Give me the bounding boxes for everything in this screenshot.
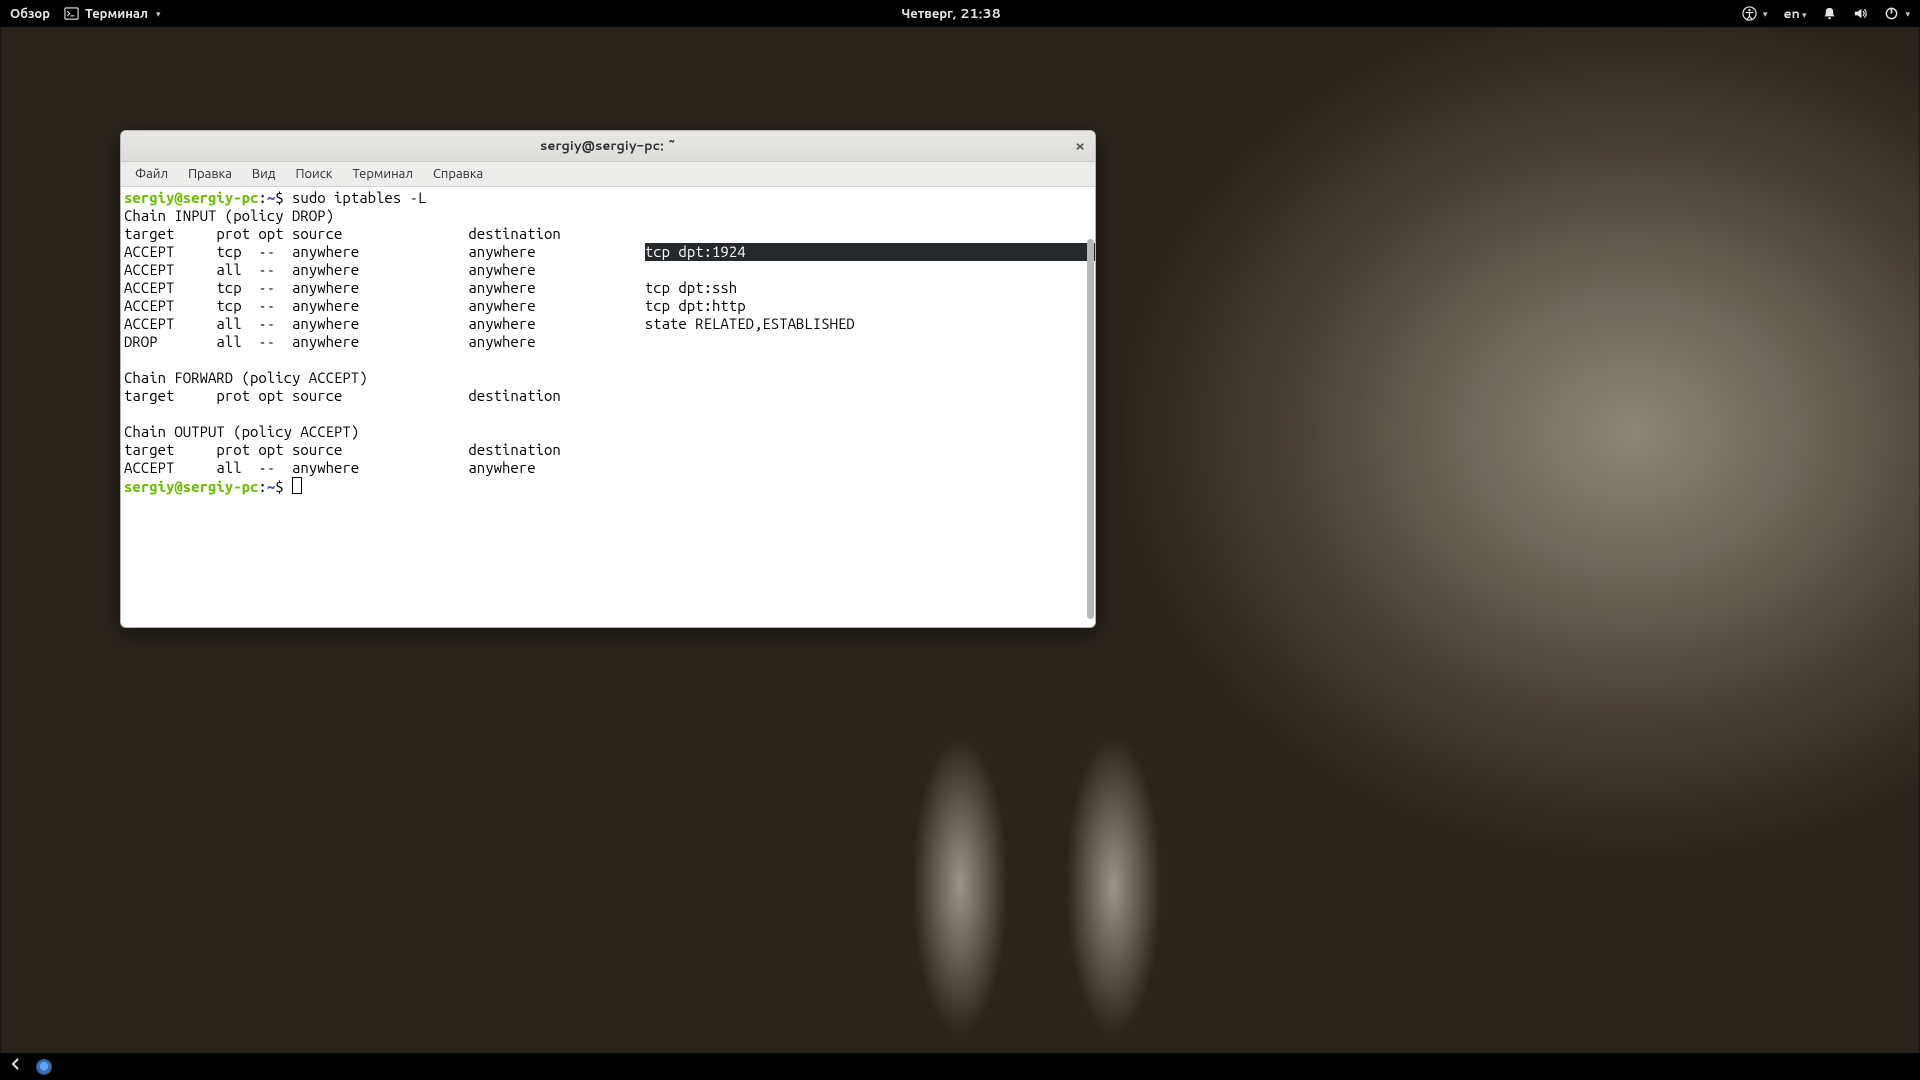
line-chain-forward: Chain FORWARD (policy ACCEPT) [124, 369, 368, 386]
line-rule-2: ACCEPT all -- anywhere anywhere [124, 261, 536, 278]
line-chain-output: Chain OUTPUT (policy ACCEPT) [124, 423, 359, 440]
window-title: sergiy@sergiy-pc: ~ [540, 137, 676, 155]
line-chain-input: Chain INPUT (policy DROP) [124, 207, 334, 224]
menu-terminal[interactable]: Терминал [344, 163, 420, 185]
clock[interactable]: Четверг, 21:38 [902, 5, 1001, 23]
volume-icon[interactable] [1853, 6, 1868, 21]
app-menu-label: Терминал [85, 5, 148, 23]
scrollbar[interactable] [1086, 187, 1095, 627]
close-icon: × [1075, 136, 1085, 156]
terminal-app-icon [64, 6, 79, 21]
line-rule-5: ACCEPT all -- anywhere anywhere state RE… [124, 315, 855, 332]
scrollbar-thumb[interactable] [1087, 239, 1094, 619]
line-rule-3: ACCEPT tcp -- anywhere anywhere tcp dpt:… [124, 279, 737, 296]
menu-edit[interactable]: Правка [180, 163, 240, 185]
terminal-viewport[interactable]: sergiy@sergiy-pc:~$ sudo iptables -L Cha… [121, 187, 1095, 627]
chromium-icon[interactable] [36, 1059, 52, 1075]
selected-text: tcp dpt:1924 [645, 243, 1096, 261]
back-button[interactable] [8, 1055, 24, 1078]
line-header: target prot opt source destination [124, 387, 561, 404]
prompt-user-host: sergiy@sergiy-pc [124, 189, 258, 206]
text-cursor [292, 477, 302, 494]
menu-help[interactable]: Справка [425, 163, 491, 185]
chevron-down-icon: ▾ [1802, 8, 1807, 21]
terminal-output: sergiy@sergiy-pc:~$ sudo iptables -L Cha… [124, 189, 1092, 496]
chevron-down-icon: ▾ [1905, 7, 1910, 20]
prompt-user-host: sergiy@sergiy-pc [124, 478, 258, 495]
keyboard-layout-indicator[interactable]: en▾ [1783, 5, 1806, 23]
menu-file[interactable]: Файл [127, 163, 176, 185]
power-icon[interactable] [1884, 6, 1899, 21]
menu-search[interactable]: Поиск [287, 163, 340, 185]
prompt-path: ~ [267, 478, 275, 495]
notification-bell-icon[interactable] [1822, 6, 1837, 21]
chevron-left-icon [8, 1056, 24, 1072]
gnome-bottom-panel [0, 1053, 1920, 1080]
app-menu[interactable]: Терминал ▾ [64, 5, 161, 23]
chevron-down-icon: ▾ [156, 7, 161, 20]
terminal-window: sergiy@sergiy-pc: ~ × Файл Правка Вид По… [120, 130, 1096, 628]
window-titlebar[interactable]: sergiy@sergiy-pc: ~ × [121, 131, 1095, 162]
line-rule-1: ACCEPT tcp -- anywhere anywhere [124, 243, 645, 260]
chevron-down-icon: ▾ [1763, 7, 1768, 20]
menu-view[interactable]: Вид [244, 163, 284, 185]
gnome-top-panel: Обзор Терминал ▾ Четверг, 21:38 ▾ en▾ ▾ [0, 0, 1920, 27]
line-header: target prot opt source destination [124, 441, 561, 458]
line-rule-6: DROP all -- anywhere anywhere [124, 333, 536, 350]
line-output-rule-1: ACCEPT all -- anywhere anywhere [124, 459, 536, 476]
entered-command: sudo iptables -L [292, 189, 426, 206]
menubar: Файл Правка Вид Поиск Терминал Справка [121, 162, 1095, 187]
accessibility-icon[interactable] [1742, 6, 1757, 21]
line-header: target prot opt source destination [124, 225, 561, 242]
line-rule-4: ACCEPT tcp -- anywhere anywhere tcp dpt:… [124, 297, 746, 314]
close-button[interactable]: × [1071, 137, 1089, 155]
prompt-path: ~ [267, 189, 275, 206]
activities-button[interactable]: Обзор [10, 5, 50, 23]
